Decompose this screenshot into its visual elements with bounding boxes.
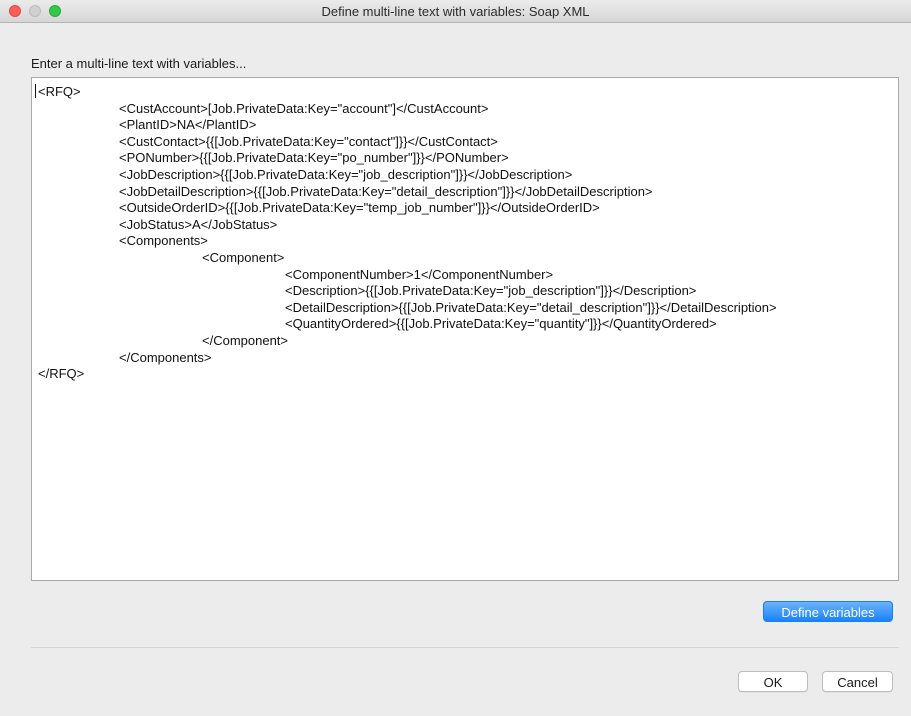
editor-line: <JobDescription>{{[Job.PrivateData:Key="… (119, 166, 573, 182)
editor-line: <CustAccount>[Job.PrivateData:Key="accou… (119, 100, 489, 116)
multiline-text-editor[interactable]: <RFQ> <CustAccount>[Job.PrivateData:Key="… (31, 77, 899, 581)
editor-line: <OutsideOrderID>{{[Job.PrivateData:Key="… (119, 200, 600, 216)
editor-prompt-label: Enter a multi-line text with variables..… (31, 56, 247, 71)
editor-line: <QuantityOrdered>{{[Job.PrivateData:Key=… (285, 316, 717, 332)
editor-line: <DetailDescription>{{[Job.PrivateData:Ke… (285, 299, 777, 315)
cancel-button[interactable]: Cancel (822, 671, 893, 692)
dialog-window: Define multi-line text with variables: S… (0, 0, 911, 716)
editor-line: <PONumber>{{[Job.PrivateData:Key="po_num… (119, 150, 509, 166)
editor-line: <JobDetailDescription>{{[Job.PrivateData… (119, 183, 653, 199)
editor-line: <Component> (202, 249, 285, 265)
editor-line: <Description>{{[Job.PrivateData:Key="job… (285, 283, 697, 299)
window-title: Define multi-line text with variables: S… (321, 4, 590, 19)
editor-line: <PlantID>NA</PlantID> (119, 117, 257, 133)
editor-line: <CustContact>{{[Job.PrivateData:Key="con… (119, 133, 498, 149)
define-variables-button[interactable]: Define variables (763, 601, 893, 622)
ok-button[interactable]: OK (738, 671, 808, 692)
editor-line: <ComponentNumber>1</ComponentNumber> (285, 266, 554, 282)
text-caret (35, 84, 36, 98)
editor-line: <JobStatus>A</JobStatus> (119, 216, 278, 232)
editor-line: <Components> (119, 233, 208, 249)
title-bar: Define multi-line text with variables: S… (0, 0, 911, 23)
editor-line: </Components> (119, 349, 212, 365)
editor-line: </RFQ> (38, 366, 85, 382)
separator (31, 647, 899, 648)
editor-line: </Component> (202, 332, 289, 348)
editor-line: <RFQ> (38, 84, 81, 99)
